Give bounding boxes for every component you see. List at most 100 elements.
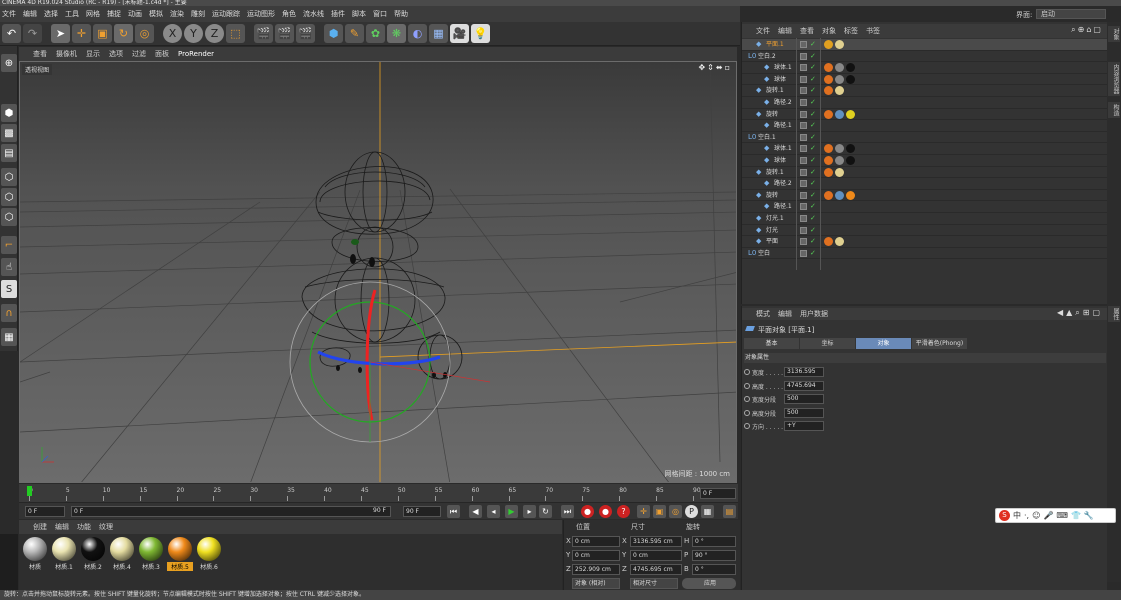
enabled-check-icon[interactable]: ✓ bbox=[810, 98, 816, 107]
visibility-toggle[interactable] bbox=[800, 249, 807, 257]
go-to-end-icon[interactable]: ⏭ bbox=[561, 505, 574, 518]
material-tag-icon[interactable] bbox=[824, 40, 833, 49]
polygons-mode-icon[interactable]: ⬡ bbox=[1, 208, 17, 226]
object-manager-toolbar-icons[interactable]: ⌕⊕⌂▢ bbox=[1071, 25, 1103, 35]
menu-item[interactable]: 窗口 bbox=[373, 9, 387, 19]
menu-item[interactable]: 网格 bbox=[86, 9, 100, 19]
viewport-menu-item[interactable]: 摄像机 bbox=[56, 49, 77, 59]
enabled-check-icon[interactable]: ✓ bbox=[810, 144, 816, 153]
lock-workplane-icon[interactable]: ▦ bbox=[1, 328, 17, 346]
visibility-toggle[interactable] bbox=[800, 99, 807, 106]
make-editable-icon[interactable]: ⊕ bbox=[1, 54, 17, 72]
attribute-tab[interactable]: 平滑着色(Phong) bbox=[912, 338, 967, 349]
menu-item[interactable]: 模拟 bbox=[149, 9, 163, 19]
size-field[interactable]: 4745.695 cm bbox=[630, 564, 682, 575]
z-axis-lock-icon[interactable]: Z bbox=[205, 24, 224, 43]
play-icon[interactable]: ▶ bbox=[505, 505, 518, 518]
loop-icon[interactable]: ↻ bbox=[539, 505, 552, 518]
viewport-menu-item[interactable]: 面板 bbox=[155, 49, 169, 59]
enabled-check-icon[interactable]: ✓ bbox=[810, 179, 816, 188]
rotation-field[interactable]: 90 ° bbox=[692, 550, 736, 561]
current-frame-marker[interactable] bbox=[27, 486, 32, 496]
key-scale-icon[interactable]: ▣ bbox=[653, 505, 666, 518]
cube-icon[interactable]: ⬢ bbox=[324, 24, 343, 43]
timeline-ruler[interactable]: 051015202530354045505560657075808590 0 F bbox=[19, 484, 738, 502]
camera-icon[interactable]: 🎥 bbox=[450, 24, 469, 43]
menu-item[interactable]: 工具 bbox=[65, 9, 79, 19]
material-tag-icon[interactable] bbox=[846, 190, 855, 200]
rotate-icon[interactable]: ↻ bbox=[114, 24, 133, 43]
ime-button[interactable]: 👕 bbox=[1071, 511, 1081, 520]
material-tag-icon[interactable] bbox=[846, 63, 855, 73]
enabled-check-icon[interactable]: ✓ bbox=[810, 237, 816, 246]
material-menu-item[interactable]: 编辑 bbox=[55, 522, 69, 532]
axis-mode-icon[interactable]: ⌐ bbox=[1, 236, 17, 254]
material-swatch[interactable]: 材质.3 bbox=[138, 537, 164, 573]
visibility-toggle[interactable] bbox=[800, 215, 807, 222]
key-parameter-icon[interactable]: P bbox=[685, 505, 698, 518]
input-method-toolbar[interactable]: S 中 ·, ☺ 🎤 ⌨ 👕 🔧 bbox=[995, 508, 1116, 523]
material-swatch[interactable]: 材质.5 bbox=[167, 537, 193, 573]
render-settings-icon[interactable]: 🎬 bbox=[296, 24, 315, 43]
material-tag-icon[interactable] bbox=[846, 74, 855, 84]
material-menu-item[interactable]: 创建 bbox=[33, 522, 47, 532]
menu-item[interactable]: 雕刻 bbox=[191, 9, 205, 19]
enabled-check-icon[interactable]: ✓ bbox=[810, 168, 816, 177]
pen-icon[interactable]: ✎ bbox=[345, 24, 364, 43]
enabled-check-icon[interactable]: ✓ bbox=[810, 63, 816, 72]
go-to-start-icon[interactable]: ⏮ bbox=[447, 505, 460, 518]
menu-item[interactable]: 捕捉 bbox=[107, 9, 121, 19]
object-menu-item[interactable]: 文件 bbox=[756, 26, 770, 36]
points-mode-icon[interactable]: ⬡ bbox=[1, 168, 17, 186]
visibility-toggle[interactable] bbox=[800, 75, 807, 83]
visibility-toggle[interactable] bbox=[800, 64, 807, 72]
material-tag-icon[interactable] bbox=[824, 144, 833, 154]
enabled-check-icon[interactable]: ✓ bbox=[810, 249, 816, 258]
menu-item[interactable]: 插件 bbox=[331, 9, 345, 19]
position-field[interactable]: 0 cm bbox=[572, 536, 620, 547]
floor-icon[interactable]: ▦ bbox=[429, 24, 448, 43]
material-swatch[interactable]: 材质.6 bbox=[196, 537, 222, 573]
material-tag-icon[interactable] bbox=[835, 86, 844, 96]
key-pla-icon[interactable]: ▦ bbox=[701, 505, 714, 518]
menu-item[interactable]: 编辑 bbox=[23, 9, 37, 19]
attribute-value-field[interactable]: 3136.595 bbox=[784, 367, 824, 377]
ime-button[interactable]: ·, bbox=[1024, 511, 1029, 520]
coordinate-system-icon[interactable]: ⬚ bbox=[226, 24, 245, 43]
material-tag-icon[interactable] bbox=[835, 63, 844, 73]
visibility-toggle[interactable] bbox=[800, 226, 807, 234]
attribute-tab[interactable]: 对象 bbox=[856, 338, 911, 349]
attribute-nav-icons[interactable]: ◀▲⌕⊞▢ bbox=[1057, 308, 1103, 318]
magnet-icon[interactable]: ∩ bbox=[1, 304, 17, 322]
material-tag-icon[interactable] bbox=[835, 190, 844, 200]
side-tab[interactable]: 内容浏览器 bbox=[1108, 62, 1120, 96]
move-icon[interactable]: ✛ bbox=[72, 24, 91, 43]
recent-tool-icon[interactable]: ◎ bbox=[135, 24, 154, 43]
enabled-check-icon[interactable]: ✓ bbox=[810, 133, 816, 142]
keyframe-selection-icon[interactable]: ? bbox=[617, 505, 630, 518]
material-tag-icon[interactable] bbox=[835, 237, 844, 247]
material-tag-icon[interactable] bbox=[835, 156, 844, 165]
animate-radio[interactable] bbox=[744, 382, 750, 389]
object-menu-item[interactable]: 查看 bbox=[800, 26, 814, 36]
size-mode-dropdown[interactable]: 相对尺寸 bbox=[630, 578, 678, 589]
animate-radio[interactable] bbox=[744, 396, 750, 402]
texture-mode-icon[interactable]: ▩ bbox=[1, 124, 17, 142]
side-tab[interactable]: 构造 bbox=[1108, 102, 1120, 118]
size-field[interactable]: 3136.595 cm bbox=[630, 536, 682, 547]
array-icon[interactable]: ❋ bbox=[387, 24, 406, 43]
key-rotation-icon[interactable]: ◎ bbox=[669, 505, 682, 518]
visibility-toggle[interactable] bbox=[800, 238, 807, 246]
visibility-toggle[interactable] bbox=[800, 87, 807, 95]
menu-item[interactable]: 流水线 bbox=[303, 9, 324, 19]
start-frame-field[interactable]: 0 F bbox=[71, 506, 391, 517]
material-tag-icon[interactable] bbox=[824, 63, 833, 73]
edges-mode-icon[interactable]: ⬡ bbox=[1, 188, 17, 206]
visibility-toggle[interactable] bbox=[800, 168, 807, 176]
live-selection-icon[interactable]: ➤ bbox=[51, 24, 70, 43]
attribute-menu-item[interactable]: 用户数据 bbox=[800, 309, 828, 319]
layout-dropdown[interactable]: 启动 bbox=[1036, 9, 1106, 19]
attribute-value-field[interactable]: 500 bbox=[784, 407, 824, 418]
model-mode-icon[interactable]: ⬢ bbox=[1, 104, 17, 122]
material-swatch[interactable]: 材质.4 bbox=[109, 537, 135, 573]
